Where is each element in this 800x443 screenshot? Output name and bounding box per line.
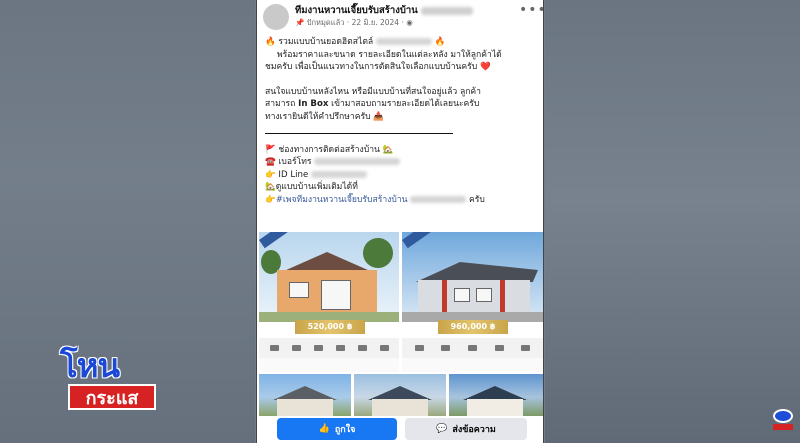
contact-hashtag-suffix: ครับ: [469, 194, 485, 205]
area-icon: [414, 344, 424, 352]
contact-line: 👉 ID Line: [265, 169, 541, 182]
body-line-5-post: เข้ามาสอบถามรายละเอียดได้เลยนะครับ: [331, 99, 480, 110]
contact-phone: ☎️ เบอร์โทร: [265, 156, 541, 169]
action-bar: 👍 ถูกใจ 💬 ส่งข้อความ: [257, 416, 543, 443]
body-line-1: 🔥 รวมแบบบ้านยอดฮิตสไตล์ 🔥: [265, 36, 541, 49]
blurred-text: [314, 158, 401, 166]
post-meta-text: 📌 ปักหมุดแล้ว · 22 มิ.ย. 2024 ·: [295, 18, 404, 27]
contact-hashtag: 👉#เพจทีมงานหวานเจี๊ยบรับสร้างบ้าน ครับ: [265, 194, 541, 207]
divider: [265, 132, 453, 134]
body-line-5: สามารถ In Box เข้ามาสอบถามรายละเอียดได้เ…: [265, 98, 541, 111]
bedroom-icon: [441, 344, 451, 352]
show-logo-top: โหน: [60, 346, 120, 385]
blurred-text: [310, 170, 367, 178]
house-image-1[interactable]: 520,000 ฿: [259, 232, 399, 372]
facebook-post: ทีมงานหวานเจี๊ยบรับสร้างบ้าน 📌 ปักหมุดแล…: [256, 0, 544, 443]
thumbs-up-icon: 👍: [318, 424, 330, 434]
house-thumbnail-5[interactable]: [449, 374, 543, 416]
price-tag-1: 520,000 ฿: [295, 320, 365, 334]
parking-icon: [379, 344, 389, 352]
contact-more-designs: 🏡ดูแบบบ้านเพิ่มเติมได้ที่: [265, 182, 358, 193]
body-line-4: สนใจแบบบ้านหลังไหน หรือมีแบบบ้านที่สนใจอ…: [265, 86, 482, 97]
kitchen-icon: [494, 344, 504, 352]
blurred-text: [375, 38, 432, 45]
post-body: 🔥 รวมแบบบ้านยอดฮิตสไตล์ 🔥 พร้อมราคาและขน…: [265, 36, 541, 207]
like-button-label: ถูกใจ: [334, 425, 356, 435]
price-tag-2: 960,000 ฿: [438, 320, 508, 334]
body-line-6: ทางเรายินดีให้คำปรึกษาครับ 📥: [265, 111, 385, 122]
globe-icon: ◉: [406, 18, 413, 27]
inbox-text: In Box: [298, 99, 329, 110]
post-meta: 📌 ปักหมุดแล้ว · 22 มิ.ย. 2024 · ◉: [295, 17, 413, 29]
hashtag-link[interactable]: 👉#เพจทีมงานหวานเจี๊ยบรับสร้างบ้าน: [265, 195, 408, 205]
page-avatar[interactable]: [263, 4, 289, 30]
body-line-3: ชมครับ เพื่อเป็นแนวทางในการตัดสินใจเลือก…: [265, 62, 491, 73]
blurred-text: [421, 6, 474, 15]
contact-line-label: 👉 ID Line: [265, 169, 309, 180]
channel-logo-icon: [772, 406, 794, 432]
page-name[interactable]: ทีมงานหวานเจี๊ยบรับสร้างบ้าน: [295, 3, 474, 18]
send-message-label: ส่งข้อความ: [452, 425, 496, 435]
house-thumbnail-3[interactable]: [259, 374, 351, 416]
bathroom-icon: [467, 344, 477, 352]
page-name-text[interactable]: ทีมงานหวานเจี๊ยบรับสร้างบ้าน: [295, 5, 418, 16]
like-button[interactable]: 👍 ถูกใจ: [277, 418, 397, 440]
living-room-icon: [357, 344, 367, 352]
more-dots-icon[interactable]: •••: [519, 2, 543, 18]
body-line-2: พร้อมราคาและขนาด รายละเอียดในแต่ละหลัง ม…: [277, 49, 502, 60]
contact-heading: 🚩 ช่องทางการติดต่อสร้างบ้าน 🏡: [265, 144, 394, 155]
send-message-button[interactable]: 💬 ส่งข้อความ: [405, 418, 527, 440]
body-line-1-text: 🔥 รวมแบบบ้านยอดฮิตสไตล์: [265, 37, 374, 47]
bedroom-icon: [291, 344, 301, 352]
background-right: [545, 0, 800, 443]
body-line-5-pre: สามารถ: [265, 99, 296, 110]
spec-bar-1: [259, 338, 399, 358]
parking-icon: [521, 344, 531, 352]
area-icon: [269, 344, 279, 352]
show-logo-bottom: กระแส: [68, 384, 156, 410]
post-header: ทีมงานหวานเจี๊ยบรับสร้างบ้าน 📌 ปักหมุดแล…: [257, 0, 543, 32]
spec-bar-2: [402, 338, 543, 358]
bathroom-icon: [313, 344, 323, 352]
show-logo: โหน กระแส: [60, 346, 160, 418]
fire-emoji: 🔥: [434, 37, 446, 47]
kitchen-icon: [335, 344, 345, 352]
house-image-2[interactable]: 960,000 ฿: [402, 232, 543, 372]
contact-phone-label: ☎️ เบอร์โทร: [265, 157, 312, 168]
blurred-text: [410, 195, 467, 203]
house-thumbnail-4[interactable]: [354, 374, 446, 416]
messenger-icon: 💬: [436, 424, 448, 434]
